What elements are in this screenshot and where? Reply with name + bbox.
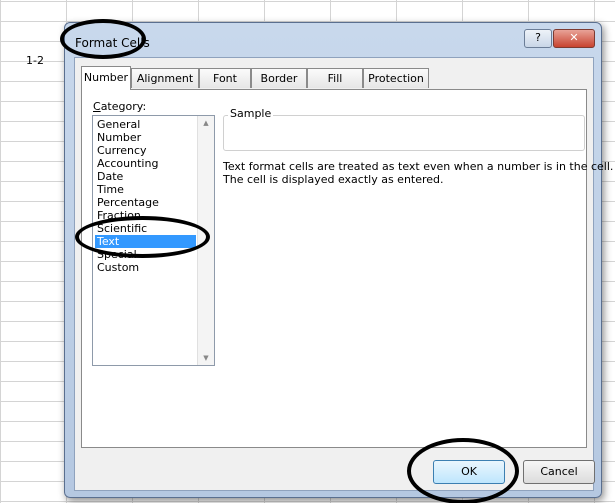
category-item-fraction[interactable]: Fraction [95, 209, 196, 222]
tab-alignment[interactable]: Alignment [131, 68, 199, 88]
sample-group: Sample [223, 107, 585, 151]
tab-font[interactable]: Font [199, 68, 251, 88]
description-line-2: The cell is displayed exactly as entered… [223, 173, 444, 186]
ok-button[interactable]: OK [433, 460, 505, 484]
category-list[interactable]: General Number Currency Accounting Date … [92, 115, 215, 366]
help-button[interactable]: ? [524, 29, 552, 48]
category-scrollbar[interactable]: ▲ ▼ [197, 116, 214, 365]
category-item-number[interactable]: Number [95, 131, 196, 144]
scroll-down-arrow-icon[interactable]: ▼ [198, 351, 214, 365]
category-item-time[interactable]: Time [95, 183, 196, 196]
category-item-percentage[interactable]: Percentage [95, 196, 196, 209]
dialog-titlebar[interactable]: Format Cells ? ✕ [65, 23, 601, 57]
close-button[interactable]: ✕ [553, 29, 595, 48]
category-item-custom[interactable]: Custom [95, 261, 196, 274]
format-cells-dialog: Format Cells ? ✕ Number Alignment Font B… [64, 22, 614, 498]
category-item-accounting[interactable]: Accounting [95, 157, 196, 170]
category-item-special[interactable]: Special [95, 248, 196, 261]
tab-protection[interactable]: Protection [363, 68, 429, 88]
tab-border[interactable]: Border [251, 68, 307, 88]
dialog-body: Number Alignment Font Border Fill Protec… [74, 57, 614, 491]
cell-value[interactable]: 1-2 [26, 54, 44, 67]
category-item-text[interactable]: Text [95, 235, 196, 248]
cancel-button[interactable]: Cancel [523, 460, 595, 484]
tab-fill[interactable]: Fill [307, 68, 363, 88]
category-label: Category: [93, 100, 147, 113]
tab-number[interactable]: Number [81, 66, 131, 90]
sample-label: Sample [228, 107, 274, 120]
category-item-currency[interactable]: Currency [95, 144, 196, 157]
category-item-general[interactable]: General [95, 118, 196, 131]
description-line-1: Text format cells are treated as text ev… [223, 160, 614, 173]
category-item-scientific[interactable]: Scientific [95, 222, 196, 235]
scroll-up-arrow-icon[interactable]: ▲ [198, 116, 214, 130]
dialog-title: Format Cells [75, 36, 150, 50]
category-item-date[interactable]: Date [95, 170, 196, 183]
format-description: Text format cells are treated as text ev… [223, 160, 614, 186]
number-tab-panel: Category: General Number Currency Accoun… [81, 89, 614, 448]
